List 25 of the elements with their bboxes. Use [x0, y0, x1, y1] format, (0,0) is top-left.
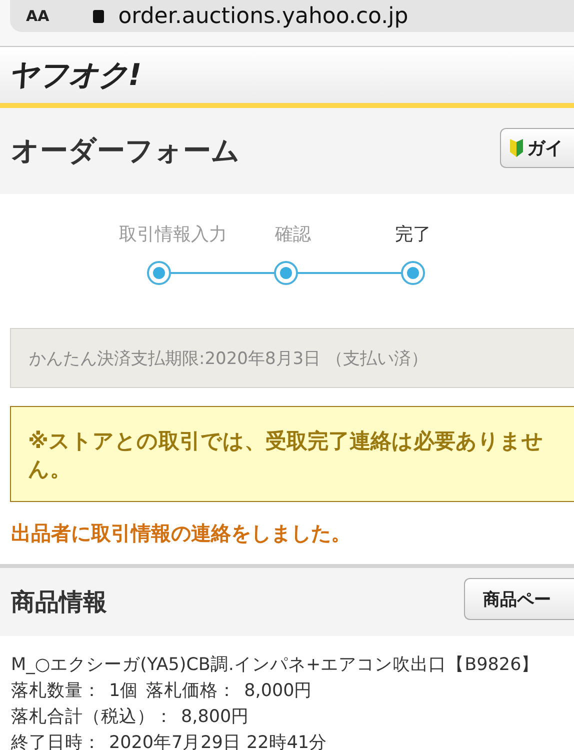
- text-size-button[interactable]: AA: [26, 7, 50, 25]
- lock-icon: [93, 10, 104, 22]
- store-notice: ※ストアとの取引では、受取完了連絡は必要ありません。: [10, 406, 574, 502]
- field-label: 落札数量：: [11, 681, 101, 701]
- step-label: 完了: [394, 223, 432, 246]
- field-value: 8,000円: [244, 681, 312, 701]
- product-page-button[interactable]: 商品ペー: [464, 578, 574, 620]
- field-label: 落札合計（税込）：: [11, 707, 173, 727]
- step-label: 取引情報入力: [118, 223, 228, 246]
- guide-button[interactable]: ガイ: [500, 128, 574, 168]
- payment-deadline-notice: かんたん決済支払期限:2020年8月3日 （支払い済）: [10, 328, 574, 388]
- address-bar[interactable]: AA order.auctions.yahoo.co.jp: [10, 0, 574, 32]
- field-value: 8,800円: [181, 707, 250, 727]
- status-message: 出品者に取引情報の連絡をしました。: [11, 520, 352, 547]
- field-label: 落札価格：: [146, 681, 236, 701]
- field-label: 終了日時：: [11, 733, 101, 750]
- url-text: order.auctions.yahoo.co.jp: [118, 4, 408, 28]
- step-label: 確認: [274, 223, 312, 246]
- field-value: 1個: [109, 681, 138, 701]
- logo[interactable]: ヤフオク!: [8, 54, 141, 96]
- page-title: オーダーフォーム: [11, 133, 240, 169]
- field-value: 2020年7月29日 22時41分: [109, 733, 328, 750]
- section-title: 商品情報: [11, 587, 107, 618]
- beginner-mark-icon: [509, 138, 524, 158]
- product-name: M_○エクシーガ(YA5)CB調.インパネ+エアコン吹出口【B9826】: [11, 654, 540, 677]
